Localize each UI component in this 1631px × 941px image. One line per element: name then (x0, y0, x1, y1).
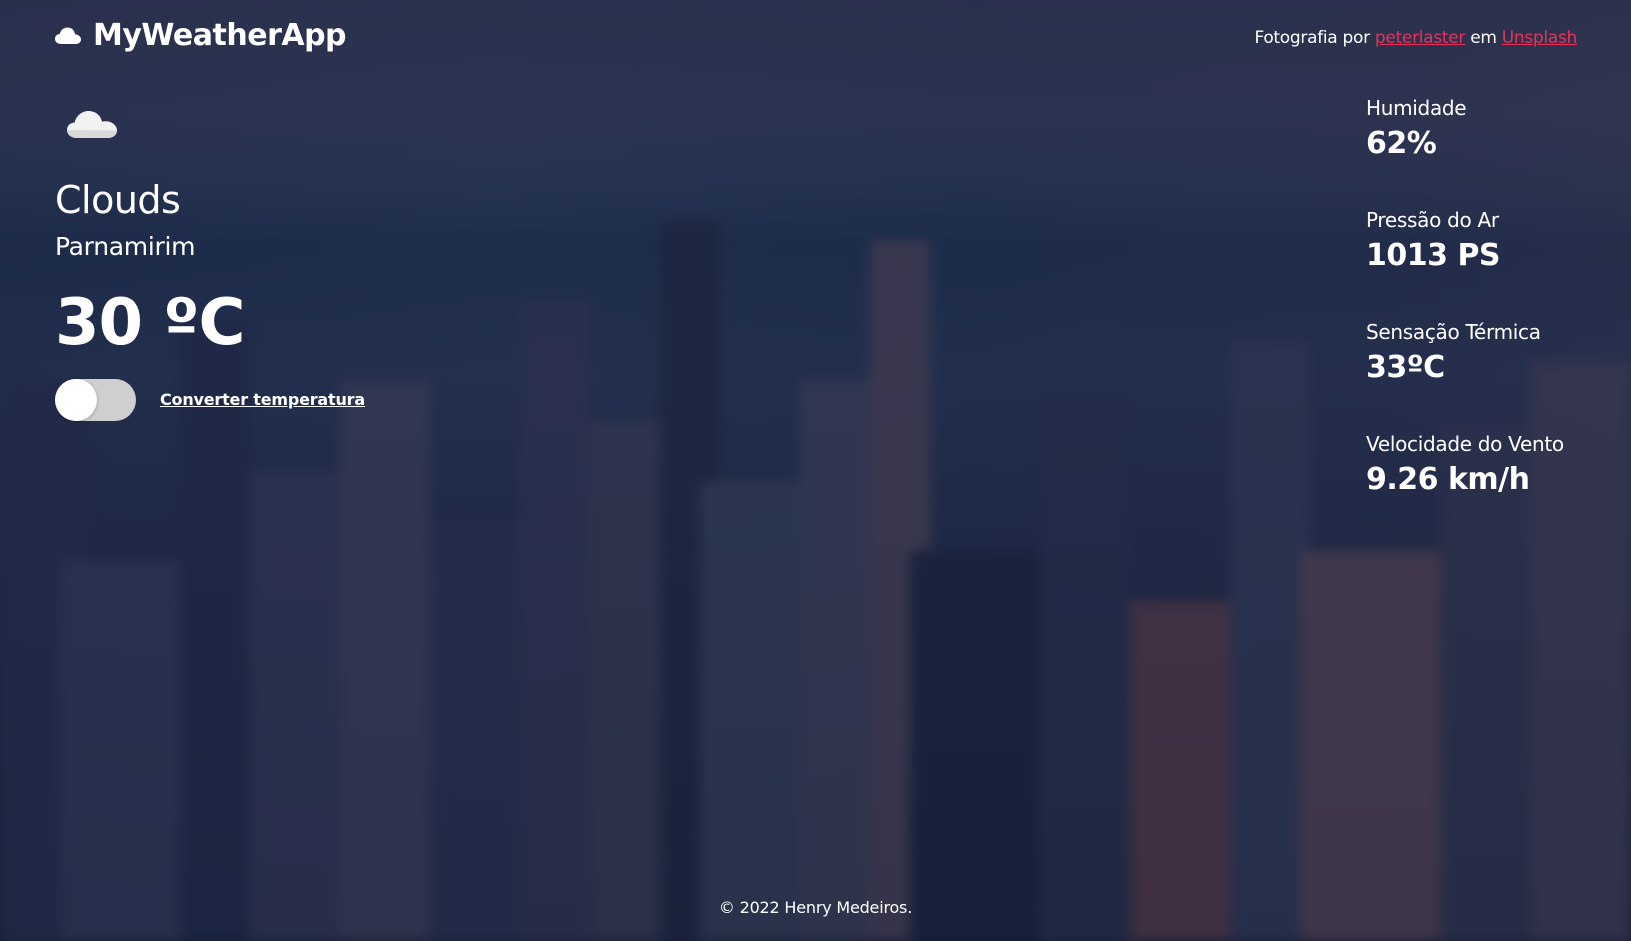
cloud-icon (55, 27, 81, 44)
current-temperature: 30 ºC (55, 286, 245, 360)
stat-value: 62% (1366, 126, 1437, 161)
stat-label: Humidade (1366, 96, 1467, 120)
stat-value: 33ºC (1366, 350, 1445, 385)
stat-label: Pressão do Ar (1366, 208, 1499, 232)
cloud-icon (67, 111, 117, 138)
photo-credit: Fotografia por peterlaster em Unsplash (1254, 28, 1577, 48)
stat-label: Velocidade do Vento (1366, 432, 1564, 456)
stat-feels-like: Sensação Térmica 33ºC (1366, 320, 1606, 432)
stat-label: Sensação Térmica (1366, 320, 1541, 344)
footer-copyright: © 2022 Henry Medeiros. (718, 898, 913, 917)
stat-pressure: Pressão do Ar 1013 PS (1366, 208, 1606, 320)
unsplash-link[interactable]: Unsplash (1502, 28, 1578, 48)
stat-value: 1013 PS (1366, 238, 1501, 273)
app-header: MyWeatherApp (55, 18, 347, 53)
credit-middle: em (1470, 28, 1497, 48)
photographer-link[interactable]: peterlaster (1375, 28, 1465, 48)
convert-temperature-link[interactable]: Converter temperatura (160, 390, 365, 409)
weather-condition: Clouds (55, 178, 181, 222)
app-title: MyWeatherApp (93, 18, 347, 53)
stat-humidity: Humidade 62% (1366, 96, 1606, 208)
page-background: MyWeatherApp Fotografia por peterlaster … (0, 0, 1631, 941)
stat-wind-speed: Velocidade do Vento 9.26 km/h (1366, 432, 1606, 544)
temperature-unit-toggle[interactable] (55, 379, 136, 421)
stat-value: 9.26 km/h (1366, 462, 1530, 497)
credit-prefix: Fotografia por (1254, 28, 1370, 48)
toggle-knob (55, 379, 97, 421)
weather-stats: Humidade 62% Pressão do Ar 1013 PS Sensa… (1366, 96, 1606, 544)
city-name: Parnamirim (55, 232, 196, 261)
